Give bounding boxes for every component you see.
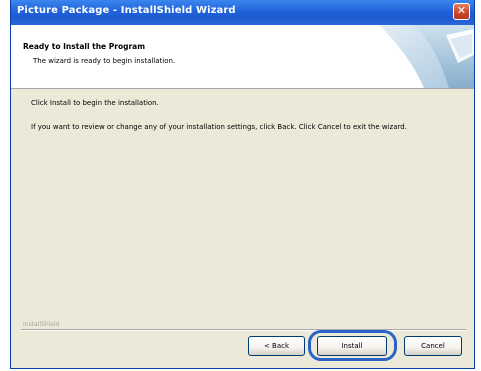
installer-banner-graphic (379, 25, 474, 88)
header-subtitle: The wizard is ready to begin installatio… (33, 57, 176, 65)
footer-divider (21, 329, 466, 331)
install-button-highlight-ring (308, 330, 397, 361)
header-title: Ready to Install the Program (23, 42, 146, 51)
cancel-button[interactable]: Cancel (404, 336, 462, 356)
instruction-text: Click Install to begin the installation. (31, 99, 159, 107)
title-bar[interactable]: Picture Package - InstallShield Wizard ✕ (11, 0, 474, 25)
header-panel: Ready to Install the Program The wizard … (11, 25, 474, 89)
review-settings-text: If you want to review or change any of y… (31, 123, 407, 131)
close-icon[interactable]: ✕ (453, 3, 470, 20)
window-title: Picture Package - InstallShield Wizard (17, 5, 236, 16)
back-button[interactable]: < Back (248, 336, 305, 356)
installshield-wizard-window: Picture Package - InstallShield Wizard ✕… (10, 0, 475, 369)
installshield-brand-label: InstallShield (23, 321, 63, 328)
